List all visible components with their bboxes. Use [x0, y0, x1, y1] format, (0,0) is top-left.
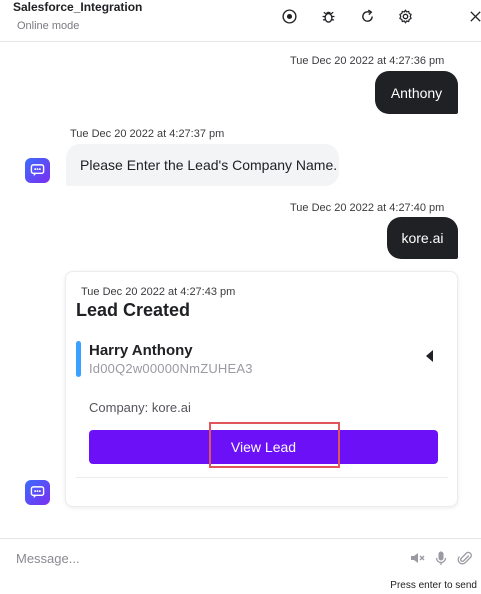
bug-icon[interactable]	[318, 6, 338, 26]
attachment-icon[interactable]	[456, 549, 474, 567]
lead-id: Id00Q2w00000NmZUHEA3	[89, 361, 253, 376]
bot-status: Online mode	[17, 20, 80, 32]
message-input[interactable]	[10, 545, 390, 571]
bot-name: Salesforce_Integration	[13, 0, 143, 14]
microphone-icon[interactable]	[432, 549, 450, 567]
card-divider	[76, 477, 448, 478]
record-icon[interactable]	[279, 6, 299, 26]
lead-name: Harry Anthony	[89, 342, 193, 359]
send-hint: Press enter to send	[390, 580, 477, 591]
user-message-bubble: kore.ai	[387, 217, 458, 259]
message-timestamp: Tue Dec 20 2022 at 4:27:36 pm	[290, 55, 445, 67]
message-timestamp: Tue Dec 20 2022 at 4:27:40 pm	[290, 202, 445, 214]
message-timestamp: Tue Dec 20 2022 at 4:27:37 pm	[70, 128, 225, 140]
bot-avatar-icon	[25, 480, 50, 505]
bot-avatar-icon	[25, 158, 50, 183]
expand-arrow-icon[interactable]	[426, 350, 433, 362]
refresh-icon[interactable]	[357, 6, 377, 26]
card-timestamp: Tue Dec 20 2022 at 4:27:43 pm	[81, 286, 236, 298]
lead-created-card: Tue Dec 20 2022 at 4:27:43 pm Lead Creat…	[65, 271, 458, 507]
lead-company: Company: kore.ai	[89, 400, 191, 415]
close-icon[interactable]	[465, 6, 481, 26]
speaker-mute-icon[interactable]	[408, 549, 426, 567]
lead-accent-bar	[76, 341, 81, 377]
chat-header: Salesforce_Integration Online mode	[0, 0, 481, 42]
bot-message-bubble: Please Enter the Lead's Company Name.	[66, 144, 339, 186]
card-title: Lead Created	[76, 300, 191, 320]
user-message-bubble: Anthony	[375, 71, 458, 114]
settings-icon[interactable]	[395, 6, 415, 26]
view-lead-button[interactable]: View Lead	[89, 430, 438, 464]
message-composer	[0, 538, 481, 576]
